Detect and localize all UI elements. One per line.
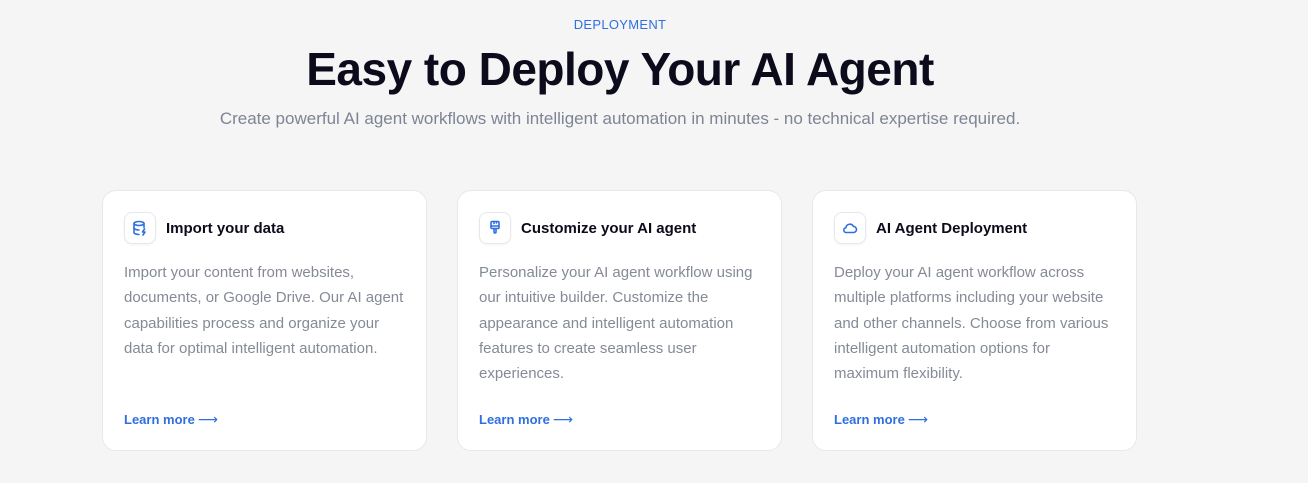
arrow-right-icon: ⟶ xyxy=(552,411,573,427)
card-header: AI Agent Deployment xyxy=(834,212,1027,244)
learn-more-link[interactable]: Learn more ⟶ xyxy=(834,411,928,428)
section-eyebrow: DEPLOYMENT xyxy=(573,17,667,32)
card-description: Personalize your AI agent workflow using… xyxy=(479,264,753,383)
card-title: AI Agent Deployment xyxy=(876,219,1028,237)
card-title: Customize your AI agent xyxy=(521,219,697,237)
section-subtitle: Create powerful AI agent workflows with … xyxy=(219,109,1021,128)
learn-more-link[interactable]: Learn more ⟶ xyxy=(124,411,218,428)
learn-more-label: Learn more xyxy=(124,412,195,427)
card-description: Deploy your AI agent workflow across mul… xyxy=(834,264,1109,383)
learn-more-label: Learn more xyxy=(479,412,550,427)
feature-card-customize: Customize your AI agent Personalize your… xyxy=(457,190,782,451)
card-header: Import your data xyxy=(124,212,284,244)
feature-card-deployment: AI Agent Deployment Deploy your AI agent… xyxy=(812,190,1137,451)
paintbrush-icon xyxy=(479,212,511,244)
cloud-icon xyxy=(834,212,866,244)
arrow-right-icon: ⟶ xyxy=(197,411,218,427)
learn-more-label: Learn more xyxy=(834,412,905,427)
card-description: Import your content from websites, docum… xyxy=(124,264,404,357)
section-title: Easy to Deploy Your AI Agent xyxy=(306,43,934,95)
card-title: Import your data xyxy=(166,219,285,237)
deployment-section: DEPLOYMENT Easy to Deploy Your AI Agent … xyxy=(0,0,1308,483)
card-header: Customize your AI agent xyxy=(479,212,696,244)
database-icon xyxy=(124,212,156,244)
learn-more-link[interactable]: Learn more ⟶ xyxy=(479,411,573,428)
arrow-right-icon: ⟶ xyxy=(907,411,928,427)
feature-cards: Import your data Import your content fro… xyxy=(102,190,1137,451)
feature-card-import: Import your data Import your content fro… xyxy=(102,190,427,451)
